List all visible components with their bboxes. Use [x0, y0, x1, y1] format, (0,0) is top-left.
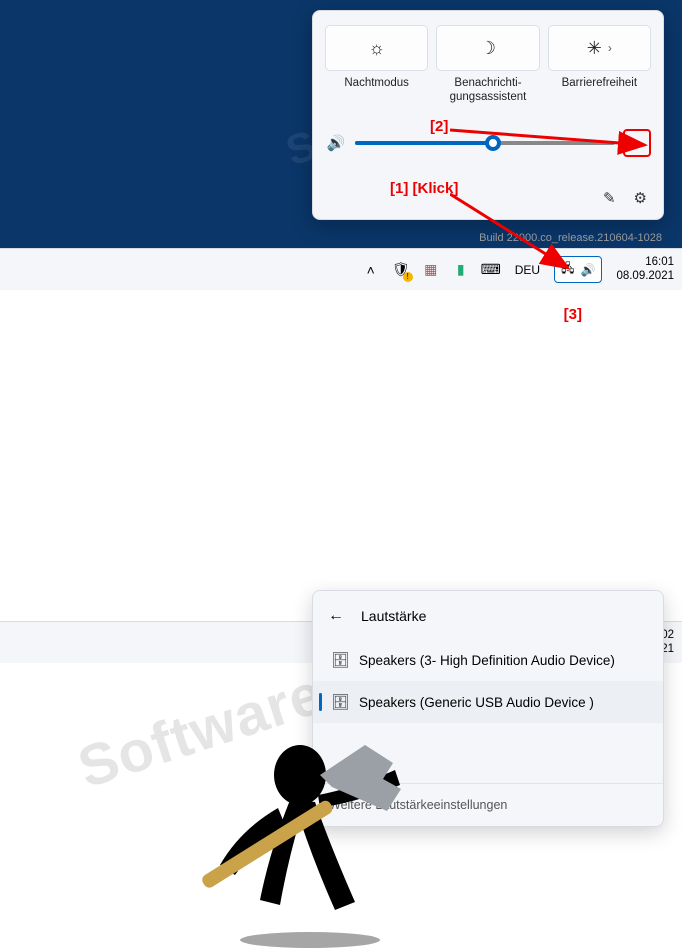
network-icon: 🖧	[561, 259, 574, 280]
audio-device-item[interactable]: 🗄 Speakers (3- High Definition Audio Dev…	[313, 639, 663, 681]
device-label: Speakers (Generic USB Audio Device )	[359, 695, 594, 710]
volume-slider-thumb[interactable]	[485, 135, 501, 151]
speaker-icon[interactable]: 🔊	[325, 134, 347, 152]
tile-label: Nachtmodus	[325, 77, 428, 105]
device-label: Speakers (3- High Definition Audio Devic…	[359, 653, 615, 668]
clock[interactable]: 16:01 08.09.2021	[612, 256, 674, 282]
brightness-icon: ☼	[368, 38, 385, 59]
hammer-figure-icon	[170, 730, 450, 950]
clock-date: 08.09.2021	[616, 270, 674, 283]
language-indicator[interactable]: DEU	[511, 263, 544, 277]
volume-output-arrow[interactable]: ›	[623, 129, 651, 157]
keyboard-icon[interactable]: ⌨	[481, 260, 501, 280]
audio-device-item[interactable]: 🗄 Speakers (Generic USB Audio Device )	[313, 681, 663, 723]
tile-label: Benachrichti- gungsassistent	[436, 77, 539, 105]
annotation-3: [3]	[564, 306, 582, 323]
quick-settings-panel: ☼ ☽ ✳ › Nachtmodus Benachrichti- gungsas…	[312, 10, 664, 220]
clock-time: 16:01	[616, 256, 674, 269]
tray-app-icon[interactable]: ▮	[451, 260, 471, 280]
taskbar-top: ˄ 🛡 ▦ ▮ ⌨ DEU 🖧 🔊 16:01 08.09.2021	[0, 248, 682, 290]
settings-icon[interactable]: ⚙	[634, 189, 647, 207]
edit-icon[interactable]: ✎	[603, 189, 616, 207]
chevron-up-icon[interactable]: ˄	[361, 260, 381, 280]
volume-slider-fill	[355, 141, 493, 145]
panel-title: Lautstärke	[361, 608, 426, 624]
build-text: Build 22000.co_release.210604-1028	[479, 232, 662, 244]
system-tray-group[interactable]: 🖧 🔊	[554, 256, 602, 283]
tile-nachtmodus[interactable]: ☼	[325, 25, 428, 71]
tile-barrierefreiheit[interactable]: ✳ ›	[548, 25, 651, 71]
back-arrow-icon[interactable]: ←	[325, 607, 347, 625]
annotation-2: [2]	[430, 118, 448, 135]
accessibility-icon: ✳	[587, 38, 602, 59]
speaker-device-icon: 🗄	[331, 651, 347, 669]
annotation-1: [1] [Klick]	[390, 180, 458, 197]
moon-icon: ☽	[480, 38, 496, 59]
speaker-icon: 🔊	[580, 263, 595, 277]
tile-benachrichtigungsassistent[interactable]: ☽	[436, 25, 539, 71]
tray-app-icon[interactable]: ▦	[421, 260, 441, 280]
chevron-right-icon: ›	[608, 41, 612, 55]
speaker-device-icon: 🗄	[331, 693, 347, 711]
tile-label: Barrierefreiheit	[548, 77, 651, 105]
volume-slider[interactable]	[355, 141, 615, 145]
security-icon[interactable]: 🛡	[391, 260, 411, 280]
